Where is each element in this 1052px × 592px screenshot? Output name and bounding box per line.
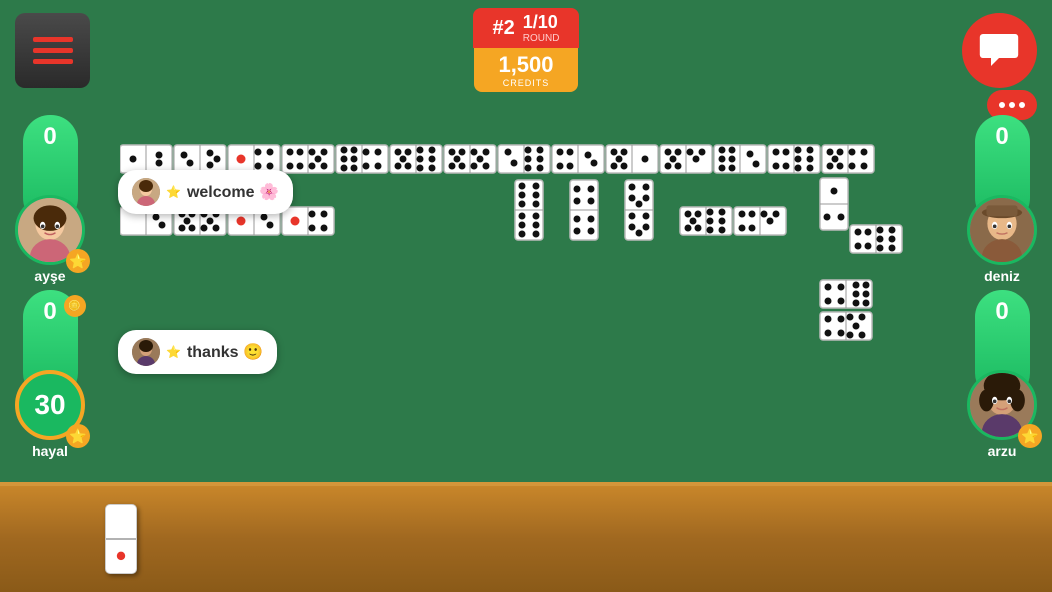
chat-avatar-hayal bbox=[132, 338, 160, 366]
deniz-score: 0 bbox=[995, 123, 1008, 151]
wood-tray bbox=[0, 482, 1052, 592]
game-board: #2 1/10 ROUND 1,500 CREDITS 0 bbox=[0, 0, 1052, 592]
ayse-score: 0 bbox=[43, 123, 56, 151]
menu-button[interactable] bbox=[15, 13, 90, 88]
round-info: #2 1/10 ROUND 1,500 CREDITS bbox=[473, 8, 580, 92]
chat-bubble-welcome: ⭐ welcome 🌸 bbox=[118, 170, 293, 214]
rank-badge: #2 bbox=[493, 17, 515, 40]
round-number: 1/10 bbox=[523, 12, 560, 33]
hayal-star: ⭐ bbox=[66, 424, 90, 448]
hand-tile[interactable] bbox=[105, 504, 137, 574]
welcome-text: welcome 🌸 bbox=[187, 182, 279, 202]
player-ayse: 0 ⭐ ayşe bbox=[15, 115, 85, 284]
arzu-name: arzu bbox=[988, 443, 1017, 459]
ayse-star: ⭐ bbox=[66, 249, 90, 273]
header: #2 1/10 ROUND 1,500 CREDITS bbox=[0, 0, 1052, 100]
credits-amount: 1,500 bbox=[498, 52, 553, 78]
thanks-text: thanks 🙂 bbox=[187, 342, 263, 362]
deniz-name: deniz bbox=[984, 268, 1020, 284]
arzu-star: ⭐ bbox=[1018, 424, 1042, 448]
credits-label: CREDITS bbox=[498, 78, 553, 88]
deniz-avatar bbox=[967, 195, 1037, 265]
ayse-name: ayşe bbox=[34, 268, 65, 284]
hayal-name: hayal bbox=[32, 443, 68, 459]
chat-avatar-ayse bbox=[132, 178, 160, 206]
arzu-score: 0 bbox=[995, 298, 1008, 326]
player-deniz: 0 deniz bbox=[967, 115, 1037, 284]
hayal-coin-badge: 🪙 bbox=[64, 295, 86, 317]
domino-board bbox=[120, 130, 930, 360]
chat-button[interactable] bbox=[962, 13, 1037, 88]
chat-bubble-thanks: ⭐ thanks 🙂 bbox=[118, 330, 277, 374]
chat-icon bbox=[979, 30, 1019, 70]
player-hayal: 0 🪙 30 ⭐ hayal bbox=[15, 290, 85, 459]
round-label: ROUND bbox=[523, 33, 560, 44]
hayal-score: 0 bbox=[43, 298, 56, 326]
player-arzu: 0 ⭐ arzu bbox=[967, 290, 1037, 459]
